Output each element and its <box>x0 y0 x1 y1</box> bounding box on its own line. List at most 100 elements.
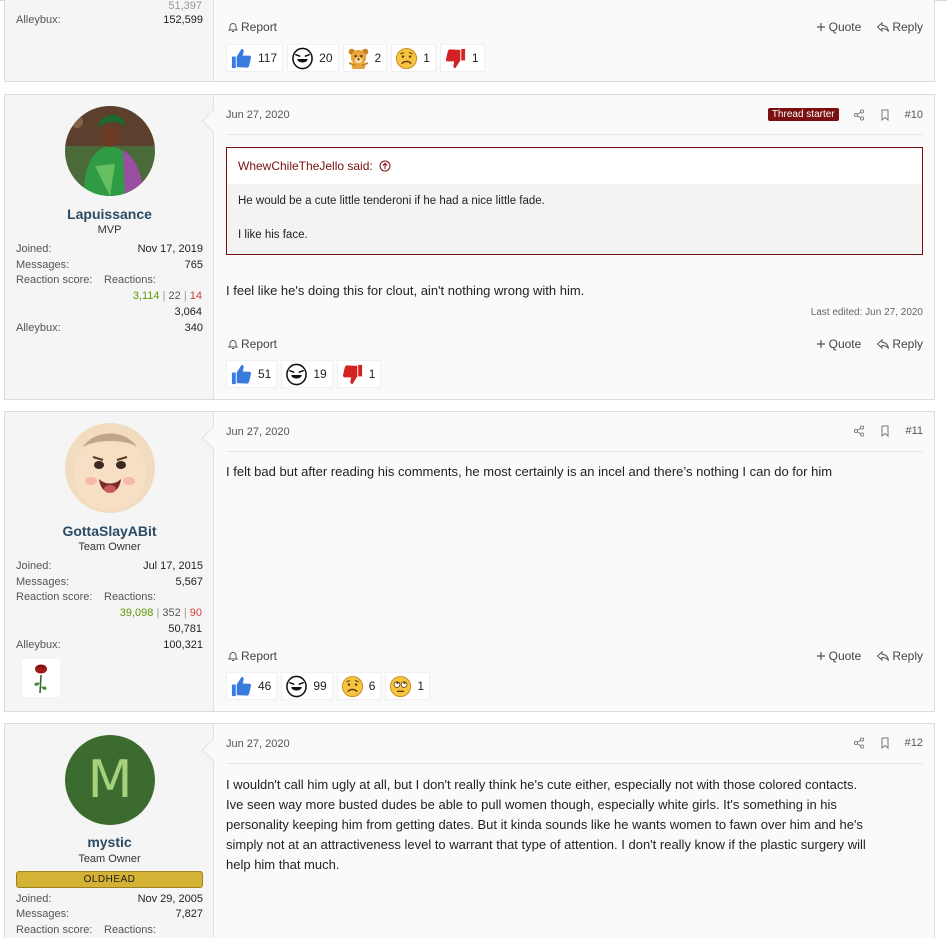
post-body-line: Ive seen way more busted dudes be able t… <box>226 797 837 812</box>
post-number[interactable]: #11 <box>905 425 923 437</box>
avatar[interactable] <box>65 106 155 196</box>
bear-icon <box>347 47 370 70</box>
plus-icon <box>815 338 827 350</box>
messages-count[interactable]: 7,827 <box>175 908 203 920</box>
user-title: MVP <box>97 224 122 236</box>
post-main: Report Quote Reply 117 20 2 1 1 <box>214 0 934 81</box>
post-body-line: I wouldn't call him ugly at all, but I d… <box>226 777 858 792</box>
reaction-score-total: 50,781 <box>168 623 202 635</box>
username-link[interactable]: mystic <box>5 834 214 850</box>
thread-starter-badge: Thread starter <box>767 108 839 121</box>
sad-face-icon <box>395 47 418 70</box>
post-body: I wouldn't call him ugly at all, but I d… <box>226 775 923 875</box>
post-main: Jun 27, 2020 Thread starter #10 WhewChil… <box>214 95 934 399</box>
bookmark-icon[interactable] <box>879 737 891 749</box>
reaction-bar: 117 20 2 1 1 <box>226 44 485 72</box>
bell-icon <box>227 338 239 350</box>
user-cell: 51,397 Alleybux: 152,599 <box>5 0 214 81</box>
plus-icon <box>815 650 827 662</box>
rose-icon <box>22 659 60 697</box>
bell-icon <box>227 21 239 33</box>
user-title: Team Owner <box>78 853 141 865</box>
post-number[interactable]: #10 <box>905 109 923 121</box>
reaction-sad[interactable]: 1 <box>391 44 436 72</box>
reaction-laugh[interactable]: 20 <box>287 44 339 72</box>
post-date[interactable]: Jun 27, 2020 <box>226 109 290 121</box>
bookmark-icon[interactable] <box>879 425 891 437</box>
post-body: I feel like he's doing this for clout, a… <box>226 283 585 298</box>
reaction-like[interactable]: 51 <box>226 360 278 388</box>
user-cell: Lapuissance MVP Joined: Nov 17, 2019 Mes… <box>5 95 214 399</box>
post-date[interactable]: Jun 27, 2020 <box>226 738 290 750</box>
reply-icon <box>876 650 890 662</box>
last-edited: Last edited: Jun 27, 2020 <box>810 307 923 318</box>
messages-count[interactable]: 5,567 <box>175 576 203 588</box>
username-link[interactable]: GottaSlayABit <box>5 523 214 539</box>
reply-icon <box>876 21 890 33</box>
quote-header[interactable]: WhewChileTheJello said: <box>227 148 922 184</box>
reaction-dislike[interactable]: 1 <box>439 44 485 72</box>
quote-block: WhewChileTheJello said: He would be a cu… <box>226 147 923 255</box>
user-cell: M mystic Team Owner OLDHEAD Joined: Nov … <box>5 724 214 938</box>
quote-button[interactable]: Quote <box>815 649 861 663</box>
quote-button[interactable]: Quote <box>815 337 861 351</box>
reaction-dislike[interactable]: 1 <box>336 360 382 388</box>
user-title: Team Owner <box>78 541 141 553</box>
plus-icon <box>815 21 827 33</box>
share-icon[interactable] <box>853 737 865 749</box>
reaction-score-total: 3,064 <box>174 306 202 318</box>
reply-button[interactable]: Reply <box>876 649 923 663</box>
post-attribution: Thread starter #10 <box>767 108 923 121</box>
reaction-laugh[interactable]: 19 <box>281 360 333 388</box>
reaction-bear[interactable]: 2 <box>342 44 388 72</box>
laughing-face-icon <box>285 363 308 386</box>
reaction-like[interactable]: 46 <box>226 672 278 700</box>
report-link[interactable]: Report <box>227 20 277 34</box>
bookmark-icon[interactable] <box>879 109 891 121</box>
jump-to-quote-icon[interactable] <box>379 160 391 172</box>
post-body-line: personality keeping him from getting dat… <box>226 817 863 832</box>
post-actions: Quote Reply <box>815 337 923 351</box>
reaction-bar: 46 99 6 1 <box>226 672 431 700</box>
report-link[interactable]: Report <box>227 649 277 663</box>
post-body: I felt bad but after reading his comment… <box>226 464 833 479</box>
reply-button[interactable]: Reply <box>876 337 923 351</box>
thumbs-up-icon <box>230 363 253 386</box>
avatar[interactable]: M <box>65 735 155 825</box>
post-11: GottaSlayABit Team Owner Joined: Jul 17,… <box>4 411 935 712</box>
share-icon[interactable] <box>853 425 865 437</box>
bell-icon <box>227 650 239 662</box>
laughing-face-icon <box>285 675 308 698</box>
post-12: M mystic Team Owner OLDHEAD Joined: Nov … <box>4 723 935 938</box>
header-divider <box>226 134 923 135</box>
user-cell: GottaSlayABit Team Owner Joined: Jul 17,… <box>5 412 214 711</box>
quote-text: He would be a cute little tenderoni if h… <box>238 195 545 207</box>
share-icon[interactable] <box>853 109 865 121</box>
post-body-line: help him that much. <box>226 857 340 872</box>
reply-button[interactable]: Reply <box>876 20 923 34</box>
report-link[interactable]: Report <box>227 337 277 351</box>
reaction-laugh[interactable]: 99 <box>281 672 333 700</box>
avatar-letter: M <box>87 750 133 810</box>
reaction-like[interactable]: 117 <box>226 44 284 72</box>
thumbs-down-icon <box>341 363 364 386</box>
thumbs-up-icon <box>230 47 253 70</box>
post-number[interactable]: #12 <box>905 737 923 749</box>
quote-button[interactable]: Quote <box>815 20 861 34</box>
reaction-breakdown: 39,098 | 352 | 90 <box>119 607 202 619</box>
reaction-eye-roll[interactable]: 1 <box>385 672 431 700</box>
user-banner: OLDHEAD <box>16 871 203 888</box>
reaction-sad[interactable]: 6 <box>336 672 382 700</box>
avatar[interactable] <box>65 423 155 513</box>
header-divider <box>226 451 923 452</box>
reply-icon <box>876 338 890 350</box>
messages-count[interactable]: 765 <box>185 259 203 271</box>
thumbs-down-icon <box>444 47 467 70</box>
post-previous: 51,397 Alleybux: 152,599 Report Quote Re… <box>4 0 935 82</box>
post-date[interactable]: Jun 27, 2020 <box>226 426 290 438</box>
post-attribution: #11 <box>853 425 923 437</box>
eye-roll-face-icon <box>389 675 412 698</box>
post-body-line: simply not at an attractiveness level to… <box>226 837 866 852</box>
username-link[interactable]: Lapuissance <box>5 206 214 222</box>
quote-text: I like his face. <box>238 229 308 241</box>
